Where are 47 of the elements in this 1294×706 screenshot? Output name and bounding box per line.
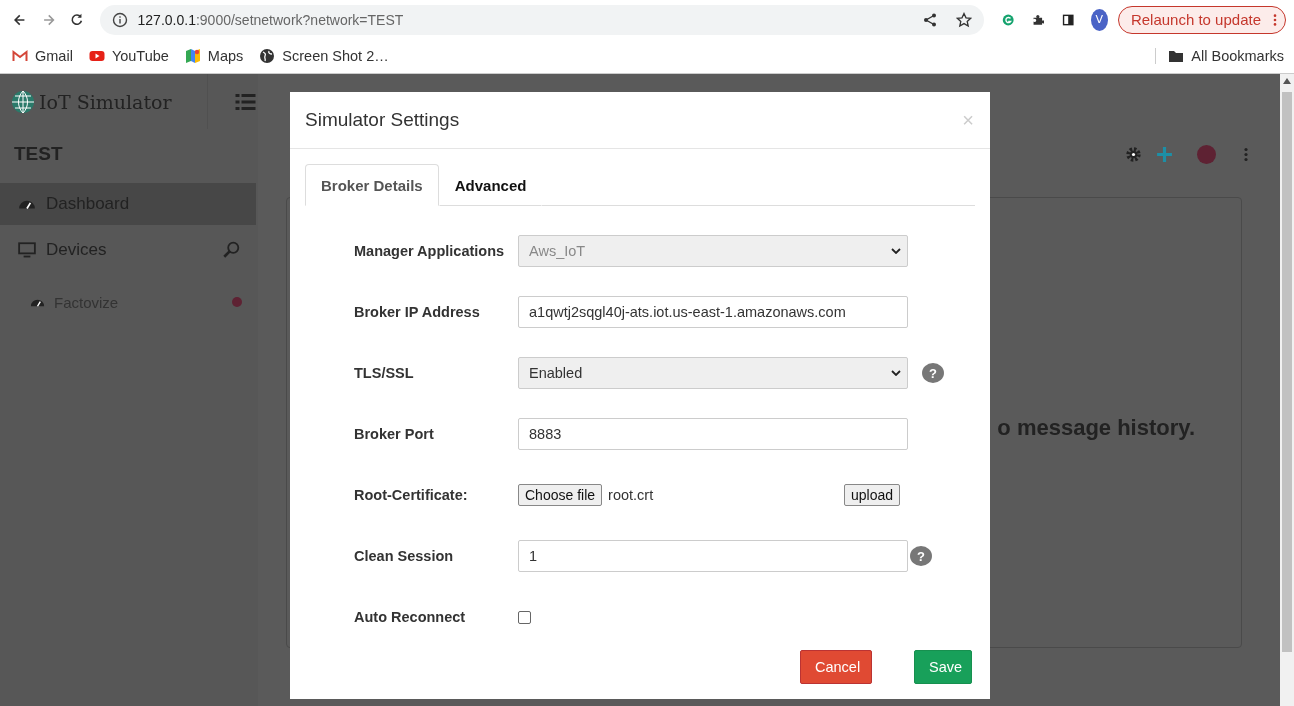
field-label: Manager Applications bbox=[354, 243, 506, 259]
globe-icon bbox=[259, 48, 276, 64]
field-label: Broker IP Address bbox=[354, 304, 481, 320]
bookmark[interactable]: YouTube bbox=[88, 48, 169, 64]
scrollbar[interactable] bbox=[1280, 74, 1294, 706]
dialog-title: Simulator Settings bbox=[305, 109, 460, 131]
choose-file-button[interactable]: Choose file bbox=[518, 484, 603, 506]
tab[interactable]: Advanced bbox=[438, 164, 543, 206]
input-field[interactable]: a1qwtj2sqgl40j-ats.iot.us-east-1.amazonaws.com bbox=[518, 296, 908, 328]
relaunch-button[interactable]: Relaunch to update bbox=[1117, 5, 1286, 34]
folder-icon bbox=[1168, 48, 1185, 64]
globe-logo-icon bbox=[11, 89, 35, 114]
bookmark[interactable]: Maps bbox=[184, 48, 244, 64]
upload-button[interactable]: upload bbox=[843, 484, 900, 506]
map-icon bbox=[184, 48, 201, 64]
profile-avatar[interactable]: V bbox=[1090, 8, 1108, 31]
star-icon[interactable] bbox=[955, 11, 972, 28]
tab[interactable]: Broker Details bbox=[305, 164, 439, 206]
field-label: Root-Certificate: bbox=[354, 487, 469, 503]
help-icon[interactable]: ? bbox=[922, 363, 944, 383]
input-field[interactable]: 8883 bbox=[518, 418, 908, 450]
more-icon bbox=[1273, 12, 1277, 27]
checkbox[interactable] bbox=[518, 610, 531, 624]
cancel-button[interactable]: Cancel bbox=[800, 650, 872, 684]
monitor-icon bbox=[18, 241, 36, 259]
field-label: Auto Reconnect bbox=[354, 609, 467, 625]
empty-message: o message history. bbox=[997, 414, 1195, 441]
field-label: Broker Port bbox=[354, 426, 435, 442]
status-circle bbox=[1197, 144, 1216, 164]
share-icon[interactable] bbox=[921, 11, 938, 28]
input-field[interactable]: 1 bbox=[518, 540, 908, 572]
play-icon bbox=[88, 48, 105, 64]
select-field[interactable]: Enabled bbox=[518, 357, 908, 389]
settings-icon[interactable] bbox=[1125, 145, 1142, 163]
mail-icon bbox=[12, 48, 28, 64]
chevron-icon bbox=[891, 370, 901, 376]
file-name: root.crt bbox=[608, 487, 654, 503]
bookmark[interactable]: Gmail bbox=[12, 48, 73, 64]
chevron-icon bbox=[891, 248, 901, 254]
field-label: TLS/SSL bbox=[354, 365, 415, 381]
address-bar[interactable]: 127.0.0.1:9000/setnetwork?network=TEST bbox=[99, 4, 984, 35]
help-icon[interactable]: ? bbox=[910, 546, 932, 566]
all-bookmarks-link[interactable]: All Bookmarks bbox=[1155, 48, 1284, 64]
bookmark[interactable]: Screen Shot 2… bbox=[259, 48, 389, 64]
info-icon[interactable] bbox=[111, 11, 128, 28]
scroll-up-icon[interactable] bbox=[1283, 78, 1291, 84]
field-label: Clean Session bbox=[354, 548, 455, 564]
